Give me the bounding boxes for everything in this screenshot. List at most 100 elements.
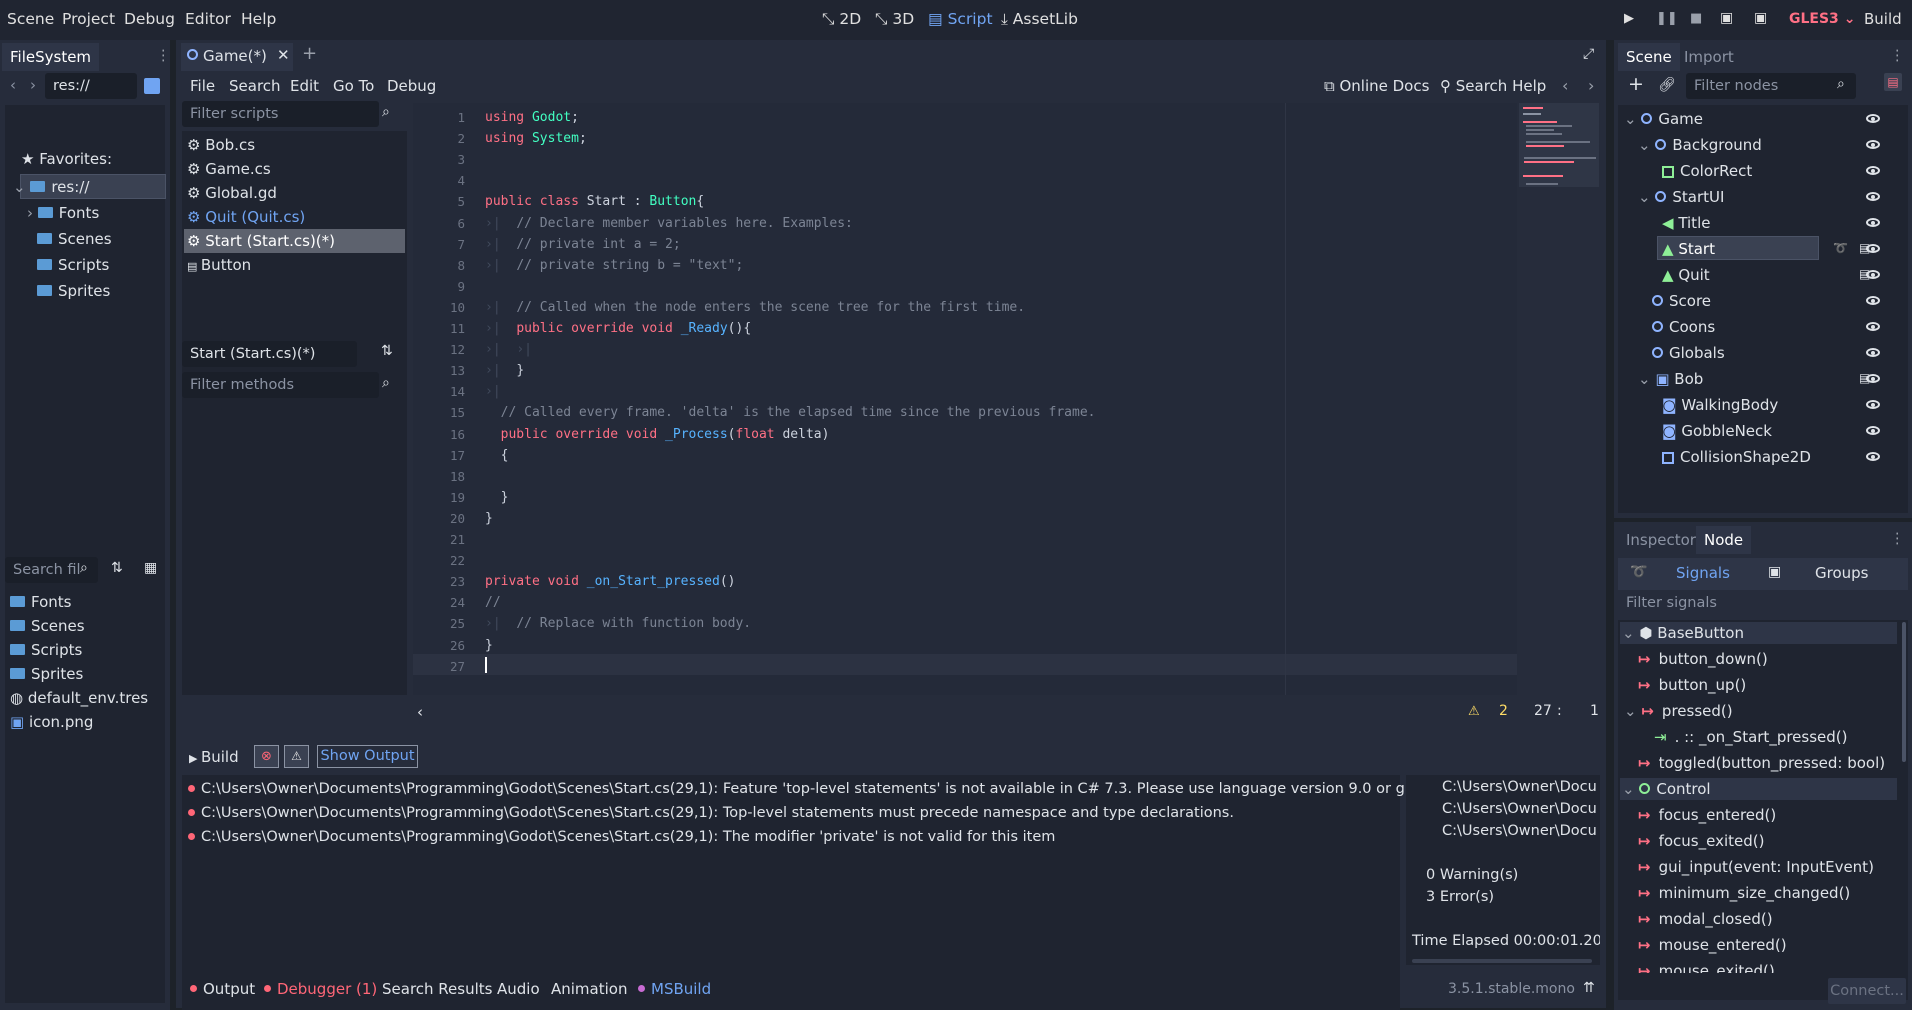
pause-icon[interactable]: ❚❚ bbox=[1656, 11, 1678, 26]
node-collisionshape2d[interactable]: CollisionShape2D bbox=[1662, 445, 1811, 469]
visibility-eye-icon[interactable] bbox=[1866, 426, 1880, 435]
error-row[interactable]: C:\Users\Owner\Documents\Programming\God… bbox=[188, 801, 1234, 825]
menu-dots-icon[interactable]: ⋮ bbox=[156, 48, 171, 64]
collapse-panel-icon[interactable]: ⇈ bbox=[1583, 980, 1595, 996]
renderer-select[interactable]: GLES3 ⌄ bbox=[1789, 11, 1855, 27]
node-coons[interactable]: Coons bbox=[1652, 315, 1715, 339]
script-item[interactable]: ⚙ Quit (Quit.cs) bbox=[187, 205, 305, 229]
signal-toggled[interactable]: ↦ toggled(button_pressed: bool) bbox=[1638, 751, 1885, 775]
play-scene-icon[interactable]: ▣ bbox=[1720, 10, 1733, 26]
code-line[interactable]: ›| // Declare member variables here. Exa… bbox=[485, 216, 853, 231]
tab-msbuild[interactable]: MSBuild bbox=[638, 980, 711, 998]
code-line[interactable]: ›| ›| bbox=[485, 342, 548, 357]
list-item[interactable]: Scenes bbox=[10, 614, 85, 638]
node-walkingbody[interactable]: ◙ WalkingBody bbox=[1662, 393, 1778, 417]
list-item[interactable]: ▣ icon.png bbox=[10, 710, 93, 734]
script-item-selected[interactable]: ⚙ Start (Start.cs)(*) bbox=[187, 229, 335, 253]
tab-audio[interactable]: Audio bbox=[497, 980, 540, 998]
visibility-eye-icon[interactable] bbox=[1866, 400, 1880, 409]
visibility-eye-icon[interactable] bbox=[1866, 348, 1880, 357]
code-line[interactable]: using System; bbox=[485, 131, 587, 146]
node-gobbleneck[interactable]: ◙ GobbleNeck bbox=[1662, 419, 1772, 443]
signal-modal-closed[interactable]: ↦ modal_closed() bbox=[1638, 907, 1773, 931]
minimap[interactable] bbox=[1517, 103, 1603, 695]
tab-groups[interactable]: Groups bbox=[1815, 564, 1868, 582]
code-editor[interactable]: 1 using Godot; 2 using System; 3 4 5 public cla… bbox=[413, 103, 1603, 695]
menu-goto[interactable]: Go To bbox=[333, 77, 374, 95]
visibility-eye-icon[interactable] bbox=[1866, 452, 1880, 461]
tab-filesystem[interactable]: FileSystem bbox=[2, 43, 100, 71]
workspace-3d[interactable]: ⤡ 3D bbox=[875, 10, 914, 29]
play-icon[interactable]: ▶ bbox=[1624, 11, 1634, 26]
visibility-eye-icon[interactable] bbox=[1866, 140, 1880, 149]
show-output-button[interactable]: Show Output bbox=[317, 745, 418, 768]
forward-icon[interactable]: › bbox=[30, 76, 36, 94]
node-start[interactable]: ▲ Start bbox=[1662, 237, 1715, 261]
visibility-eye-icon[interactable] bbox=[1866, 166, 1880, 175]
play-custom-scene-icon[interactable]: ▣ bbox=[1754, 10, 1767, 26]
visibility-eye-icon[interactable] bbox=[1866, 192, 1880, 201]
menu-dots-icon[interactable]: ⋮ bbox=[1890, 531, 1905, 547]
tree-folder-scenes[interactable]: Scenes bbox=[37, 227, 112, 251]
code-line[interactable]: private void _on_Start_pressed() bbox=[485, 574, 735, 589]
menu-project[interactable]: Project bbox=[62, 10, 115, 28]
search-help-button[interactable]: ⚲ Search Help bbox=[1440, 77, 1546, 95]
history-back-icon[interactable]: ‹ bbox=[1562, 76, 1568, 95]
filter-signals-input[interactable]: Filter signals bbox=[1626, 595, 1717, 611]
visibility-eye-icon[interactable] bbox=[1866, 296, 1880, 305]
close-icon[interactable]: ✕ bbox=[277, 46, 290, 64]
warning-filter-icon[interactable]: ⚠ bbox=[284, 745, 309, 768]
signal-focus-entered[interactable]: ↦ focus_entered() bbox=[1638, 803, 1776, 827]
tab-output[interactable]: Output bbox=[190, 980, 255, 998]
tab-signals[interactable]: Signals bbox=[1676, 564, 1730, 582]
error-row[interactable]: C:\Users\Owner\Documents\Programming\God… bbox=[188, 825, 1055, 849]
tree-folder-fonts[interactable]: › Fonts bbox=[27, 201, 99, 225]
node-background[interactable]: ⌄ Background bbox=[1638, 133, 1762, 157]
link-icon[interactable]: 🔗︎ bbox=[1658, 77, 1676, 93]
code-line[interactable]: ›| bbox=[485, 384, 516, 399]
error-filter-icon[interactable]: ⊗ bbox=[254, 745, 279, 768]
tab-import[interactable]: Import bbox=[1676, 43, 1742, 71]
code-line[interactable]: public override void _Process(float delt… bbox=[485, 427, 830, 442]
scene-tab[interactable]: Game(*) ✕ bbox=[181, 43, 293, 71]
workspace-script[interactable]: ▤ Script bbox=[928, 10, 993, 28]
vertical-scrollbar[interactable] bbox=[1902, 622, 1906, 762]
signal-mouse-entered[interactable]: ↦ mouse_entered() bbox=[1638, 933, 1787, 957]
node-colorrect[interactable]: ColorRect bbox=[1662, 159, 1752, 183]
menu-scene[interactable]: Scene bbox=[7, 10, 54, 28]
list-item[interactable]: Scripts bbox=[10, 638, 82, 662]
menu-help[interactable]: Help bbox=[241, 10, 276, 28]
menu-file[interactable]: File bbox=[190, 77, 215, 95]
attach-script-icon[interactable]: ▤ bbox=[1884, 73, 1902, 91]
node-game[interactable]: ⌄ Game bbox=[1624, 107, 1703, 131]
node-title[interactable]: ◀ Title bbox=[1662, 211, 1710, 235]
root-folder[interactable]: ⌄ res:// bbox=[13, 175, 89, 199]
menu-debug[interactable]: Debug bbox=[124, 10, 175, 28]
filter-methods-input[interactable]: Filter methods bbox=[182, 372, 379, 398]
tab-search-results[interactable]: Search Results bbox=[382, 980, 492, 998]
tab-debugger[interactable]: Debugger (1) bbox=[264, 980, 377, 998]
visibility-eye-icon[interactable] bbox=[1866, 114, 1880, 123]
build-panel-button[interactable]: ▶ Build bbox=[189, 748, 239, 766]
menu-debug-script[interactable]: Debug bbox=[387, 77, 436, 95]
tab-inspector[interactable]: Inspector bbox=[1618, 526, 1704, 554]
grid-view-icon[interactable]: ▦ bbox=[144, 560, 157, 576]
code-line[interactable]: } bbox=[485, 511, 493, 526]
visibility-eye-icon[interactable] bbox=[1866, 374, 1880, 383]
list-item[interactable]: Fonts bbox=[10, 590, 71, 614]
workspace-2d[interactable]: ⤡ 2D bbox=[822, 10, 861, 29]
history-forward-icon[interactable]: › bbox=[1588, 76, 1594, 95]
toggle-scripts-panel-icon[interactable]: ‹ bbox=[417, 703, 423, 721]
online-docs-link[interactable]: ⧉ Online Docs bbox=[1324, 77, 1429, 95]
signal-focus-exited[interactable]: ↦ focus_exited() bbox=[1638, 829, 1764, 853]
tree-folder-sprites[interactable]: Sprites bbox=[37, 279, 110, 303]
code-line[interactable]: ›| // Called when the node enters the sc… bbox=[485, 300, 1025, 315]
tab-scene[interactable]: Scene bbox=[1618, 43, 1680, 71]
script-item[interactable]: ⚙ Game.cs bbox=[187, 157, 271, 181]
node-quit[interactable]: ▲ Quit bbox=[1662, 263, 1710, 287]
code-line[interactable]: ›| // private int a = 2; bbox=[485, 237, 681, 252]
code-line[interactable]: } bbox=[485, 638, 493, 653]
distraction-free-icon[interactable]: ⤢ bbox=[1583, 46, 1594, 62]
visibility-eye-icon[interactable] bbox=[1866, 244, 1880, 253]
connect-button[interactable]: Connect... bbox=[1828, 978, 1906, 1004]
